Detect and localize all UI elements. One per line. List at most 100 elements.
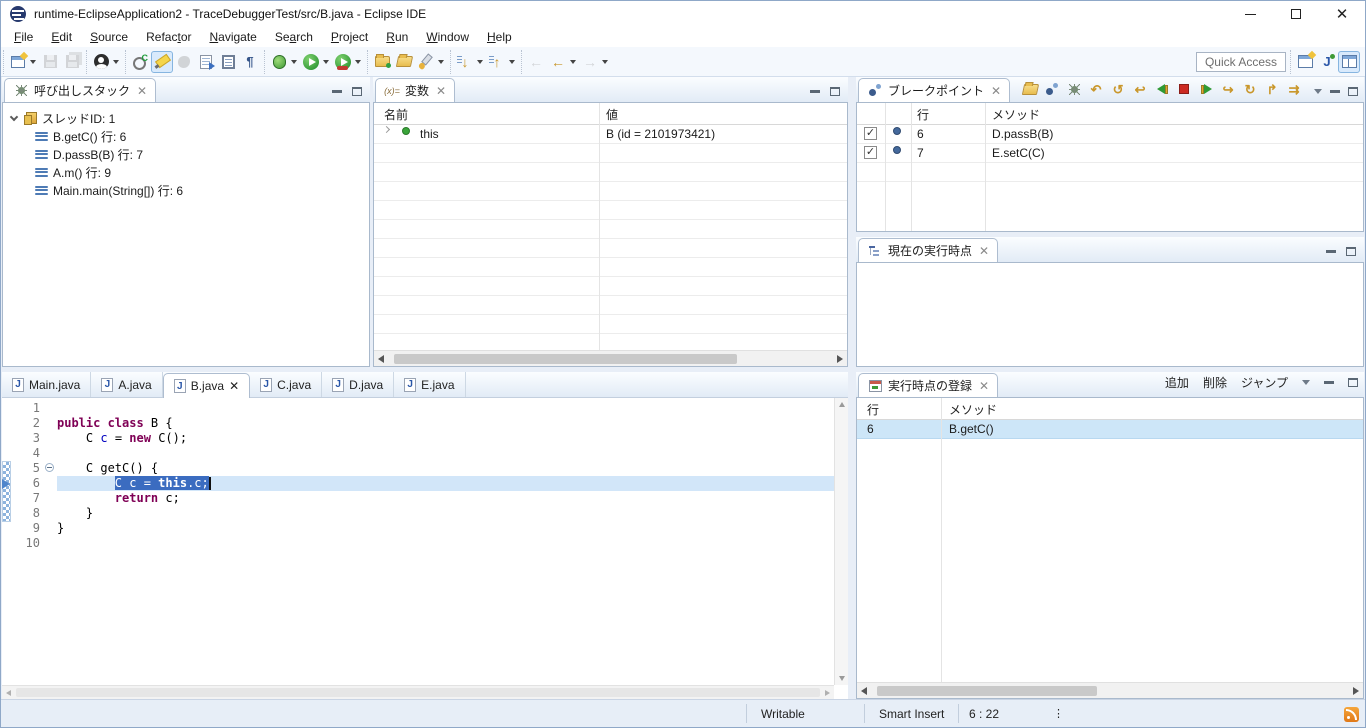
reverse-resume-button[interactable] — [1152, 79, 1172, 99]
column-method[interactable]: メソッド — [992, 106, 1040, 123]
maximize-view-icon[interactable] — [1348, 87, 1358, 96]
current-point-close-icon[interactable]: ✕ — [979, 244, 989, 258]
coverage-dropdown[interactable] — [355, 60, 361, 64]
menu-item-search[interactable]: Search — [266, 28, 322, 46]
menu-item-source[interactable]: Source — [81, 28, 137, 46]
stack-frame[interactable]: Main.main(String[]) 行: 6 — [35, 181, 369, 199]
code-line[interactable]: 2public class B { — [12, 416, 834, 431]
minimize-view-icon[interactable] — [1330, 90, 1340, 93]
trace-debug-button[interactable] — [1064, 79, 1084, 99]
status-grip[interactable]: ⋮ — [1053, 707, 1063, 720]
coverage-button[interactable] — [332, 51, 354, 73]
breakpoints-close-icon[interactable]: ✕ — [991, 84, 1001, 98]
column-method[interactable]: メソッド — [949, 401, 997, 418]
back-button[interactable]: ← — [547, 51, 569, 73]
menu-item-window[interactable]: Window — [417, 28, 478, 46]
show-whitespace-button[interactable]: ¶ — [239, 51, 261, 73]
highlight-button[interactable] — [151, 51, 173, 73]
step-return-button[interactable]: ↱ — [1262, 79, 1282, 99]
jump-button[interactable]: ジャンプ — [1241, 374, 1288, 391]
resume-button[interactable] — [1196, 79, 1216, 99]
menu-item-project[interactable]: Project — [322, 28, 377, 46]
scroll-up-icon[interactable] — [839, 402, 845, 407]
run-button[interactable] — [300, 51, 322, 73]
prev-annotation-dropdown[interactable] — [509, 60, 515, 64]
scrollbar-thumb[interactable] — [877, 686, 1097, 696]
scroll-right-icon[interactable] — [1353, 687, 1359, 695]
exec-points-hscrollbar[interactable] — [857, 682, 1363, 698]
code-line[interactable]: 1 — [12, 401, 834, 416]
current-point-tab[interactable]: 現在の実行時点 ✕ — [858, 238, 998, 262]
maximize-button[interactable] — [1273, 1, 1319, 27]
step-back-over-button[interactable]: ↺ — [1108, 79, 1128, 99]
minimize-view-icon[interactable] — [810, 90, 820, 93]
editor-tab-c.java[interactable]: JC.java — [250, 372, 322, 397]
editor-tab-a.java[interactable]: JA.java — [91, 372, 162, 397]
format-brush-button[interactable] — [415, 51, 437, 73]
scroll-right-icon[interactable] — [825, 690, 830, 696]
run-dropdown[interactable] — [323, 60, 329, 64]
compare-button[interactable] — [195, 51, 217, 73]
view-menu-icon[interactable] — [1302, 380, 1310, 385]
checkbox[interactable]: ✓ — [864, 146, 877, 159]
maximize-view-icon[interactable] — [1346, 247, 1356, 256]
exec-point-row[interactable]: 6B.getC() — [857, 420, 1363, 439]
last-edit-location-button[interactable]: ← — [525, 51, 547, 73]
code-line[interactable]: 5 C getC() { — [12, 461, 834, 476]
java-perspective-button[interactable]: J — [1316, 51, 1338, 73]
variables-hscrollbar[interactable] — [374, 350, 847, 366]
fold-collapse-icon[interactable] — [45, 463, 54, 472]
stack-frame[interactable]: D.passB(B) 行: 7 — [35, 145, 369, 163]
terminate-button[interactable] — [1174, 79, 1194, 99]
call-stack-tab[interactable]: 呼び出しスタック ✕ — [4, 78, 156, 102]
run-to-line-button[interactable]: ⇉ — [1284, 79, 1304, 99]
exec-points-tab[interactable]: 実行時点の登録 ✕ — [858, 373, 998, 397]
code-line[interactable]: 3 C c = new C(); — [12, 431, 834, 446]
new-wizard-button[interactable] — [7, 51, 29, 73]
close-button[interactable]: ✕ — [1319, 1, 1365, 27]
trace-button[interactable] — [129, 51, 151, 73]
stack-frame[interactable]: B.getC() 行: 6 — [35, 127, 369, 145]
insert-mode-status[interactable]: Smart Insert — [879, 707, 944, 721]
back-dropdown[interactable] — [570, 60, 576, 64]
step-back-into-button[interactable]: ↶ — [1086, 79, 1106, 99]
menu-item-run[interactable]: Run — [377, 28, 417, 46]
column-value[interactable]: 値 — [606, 106, 618, 123]
next-annotation-dropdown[interactable] — [477, 60, 483, 64]
menu-item-edit[interactable]: Edit — [42, 28, 81, 46]
maximize-view-icon[interactable] — [1348, 378, 1358, 387]
add-button[interactable]: 追加 — [1165, 374, 1189, 391]
editor-tab-b.java[interactable]: JB.java✕ — [163, 373, 250, 398]
thread-node[interactable]: スレッドID: 1 — [9, 109, 369, 127]
menu-item-help[interactable]: Help — [478, 28, 521, 46]
column-name[interactable]: 名前 — [384, 106, 408, 123]
debug-perspective-button[interactable] — [1338, 51, 1360, 73]
editor-hscrollbar[interactable] — [2, 685, 834, 699]
maximize-view-icon[interactable] — [352, 87, 362, 96]
debug-dropdown[interactable] — [291, 60, 297, 64]
minimize-button[interactable] — [1227, 1, 1273, 27]
prev-annotation-button[interactable]: ↑ — [486, 51, 508, 73]
view-menu-icon[interactable] — [1314, 89, 1322, 94]
scrollbar-thumb[interactable] — [16, 688, 820, 697]
open-folder-button[interactable] — [393, 51, 415, 73]
code-line[interactable]: 6 C c = this.c; — [12, 476, 834, 491]
expand-chevron-icon[interactable] — [383, 126, 390, 133]
scroll-down-icon[interactable] — [839, 676, 845, 681]
code-line[interactable]: 9} — [12, 521, 834, 536]
breakpoints-tab[interactable]: ブレークポイント ✕ — [858, 78, 1010, 102]
menu-item-navigate[interactable]: Navigate — [200, 28, 265, 46]
news-feed-icon[interactable] — [1344, 707, 1359, 722]
import-button[interactable] — [371, 51, 393, 73]
variables-tab[interactable]: (x)= 変数 ✕ — [375, 78, 455, 102]
account-button[interactable] — [90, 51, 112, 73]
forward-button[interactable]: → — [579, 51, 601, 73]
breakpoint-button[interactable] — [1042, 79, 1062, 99]
table-row[interactable]: thisB (id = 2101973421) — [374, 125, 847, 144]
quick-access-input[interactable]: Quick Access — [1196, 52, 1286, 72]
code-line[interactable]: 7 return c; — [12, 491, 834, 506]
editor-tab-d.java[interactable]: JD.java — [322, 372, 394, 397]
tab-close-icon[interactable]: ✕ — [229, 379, 239, 393]
column-line[interactable]: 行 — [867, 401, 879, 418]
stack-frame[interactable]: A.m() 行: 9 — [35, 163, 369, 181]
